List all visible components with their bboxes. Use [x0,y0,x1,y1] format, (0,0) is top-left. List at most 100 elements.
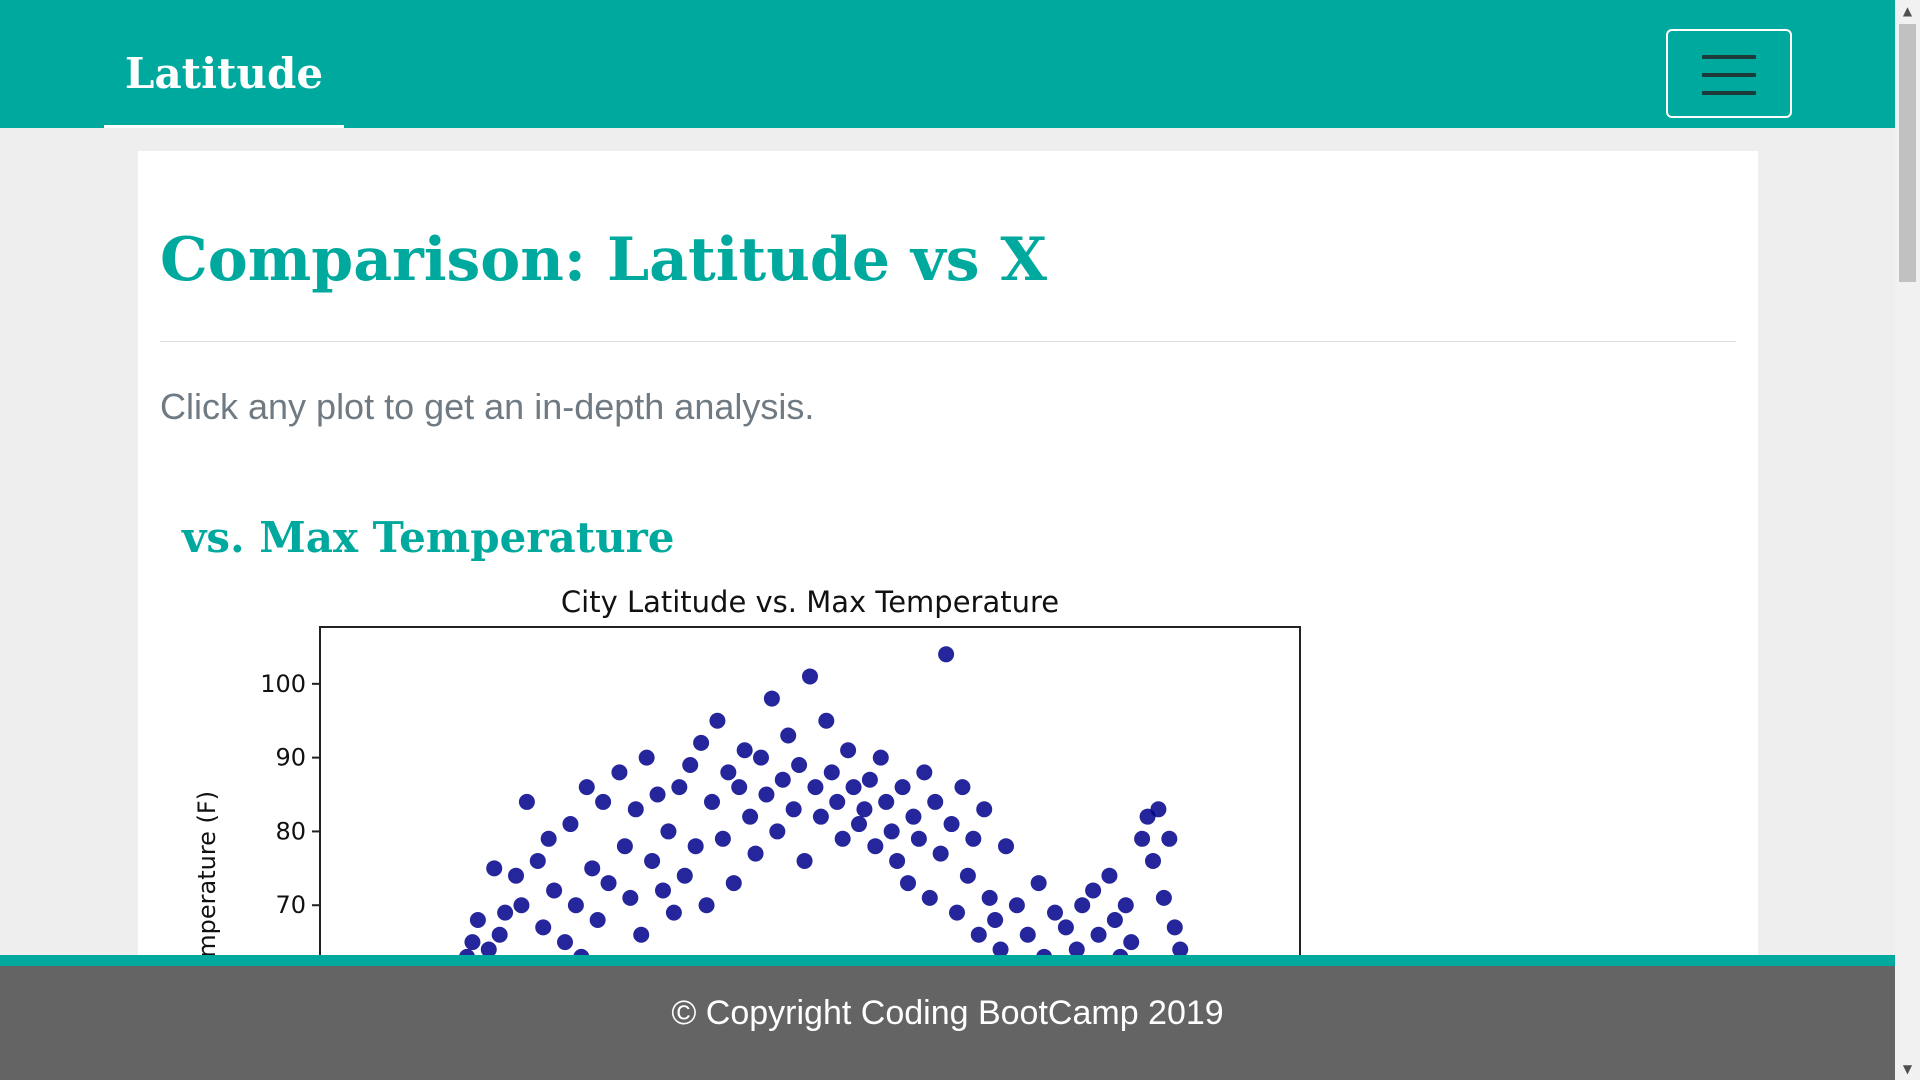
scatter-point [949,904,965,921]
scatter-point [791,757,808,774]
y-tick-label: 100 [260,670,306,698]
scatter-point [763,690,780,707]
scatter-point [845,779,862,796]
scatter-point [742,808,759,825]
scatter-point [796,852,813,869]
scatter-point [758,786,775,803]
scatter-point [1085,882,1102,899]
scatter-point [1030,875,1047,892]
footer-accent [0,955,1895,966]
scrollbar[interactable]: ▲ ▼ [1895,0,1920,1080]
scatter-point [812,808,829,825]
scatter-point [894,779,911,796]
scatter-point [785,801,802,818]
scatter-point [753,749,769,766]
scatter-point [584,860,601,877]
y-tick-label: 80 [275,817,306,845]
scatter-point [567,897,584,914]
scatter-point [774,771,791,788]
scatter-point [682,757,699,774]
footer: © Copyright Coding BootCamp 2019 [0,966,1895,1080]
scatter-point [622,889,639,906]
scatter-point [731,779,748,796]
scatter-point [529,852,546,869]
scatter-point [535,919,552,936]
scatter-point [1074,897,1091,914]
scatter-point [562,816,579,833]
scatter-point [720,764,737,781]
lead-text: Click any plot to get an in-depth analys… [160,386,815,427]
scatter-point [676,867,693,884]
page-title: Comparison: Latitude vs X [160,225,1047,295]
section-title: vs. Max Temperature [182,513,675,562]
scatter-point [1019,926,1036,943]
scatter-point [1117,897,1134,914]
scatter-point [616,838,633,855]
scatter-point [861,771,878,788]
scatter-point [1008,897,1025,914]
scatter-point [818,712,835,729]
max-temperature-plot[interactable]: City Latitude vs. Max Temperature6070809… [160,576,1460,967]
hamburger-menu-icon [1702,55,1756,59]
scroll-down-arrow-icon[interactable]: ▼ [1895,1058,1920,1080]
hamburger-menu-icon [1702,73,1756,77]
scatter-point [665,904,682,921]
hamburger-menu-icon [1702,91,1756,95]
scatter-point [714,830,731,847]
scatter-point [1123,934,1140,951]
scatter-point [921,889,938,906]
scatter-point [704,793,720,810]
scatter-point [954,779,971,796]
navbar: Latitude [0,0,1895,128]
y-axis-label: Temperature (F) [193,791,221,967]
scatter-point [867,838,884,855]
scatter-point [578,779,595,796]
scatter-point [633,926,650,943]
navbar-toggle-button[interactable] [1666,29,1792,118]
scatter-point [747,845,764,862]
scatter-point [725,875,742,892]
scatter-point [518,793,535,810]
scatter-point [1090,926,1107,943]
scatter-point [981,889,998,906]
scatter-point [644,852,661,869]
scatter-point [557,934,573,951]
scroll-up-arrow-icon[interactable]: ▲ [1895,0,1920,22]
scatter-point [927,793,944,810]
scatter-point [970,926,987,943]
scatter-point [709,712,726,729]
scatter-point [671,779,688,796]
scatter-point [1150,801,1167,818]
scatter-point [851,816,867,833]
chart-title: City Latitude vs. Max Temperature [561,585,1059,619]
scatter-point [807,779,824,796]
scatter-chart[interactable]: City Latitude vs. Max Temperature6070809… [160,576,1460,967]
scatter-point [540,830,557,847]
scatter-point [698,897,715,914]
scatter-point [1145,852,1161,869]
scatter-point [769,823,786,840]
scatter-point [840,742,857,759]
scatter-point [883,823,900,840]
brand-link[interactable]: Latitude [104,0,344,128]
scatter-point [513,897,530,914]
scatter-point [655,882,671,899]
scatter-point [497,904,514,921]
content-card: Comparison: Latitude vs X Click any plot… [138,151,1758,967]
scatter-point [1155,889,1172,906]
scatter-point [638,749,655,766]
scatter-point [546,882,563,899]
scatter-point [834,830,851,847]
scatter-point [916,764,933,781]
scatter-point [959,867,976,884]
scroll-thumb[interactable] [1899,24,1916,282]
scatter-point [693,734,710,751]
scatter-point [905,808,922,825]
scatter-point [469,911,486,928]
scatter-point [976,801,993,818]
scatter-point [649,786,666,803]
copyright-text: © Copyright Coding BootCamp 2019 [671,994,1224,1032]
scatter-point [486,860,503,877]
scatter-point [1057,919,1074,936]
scatter-point [508,867,524,884]
